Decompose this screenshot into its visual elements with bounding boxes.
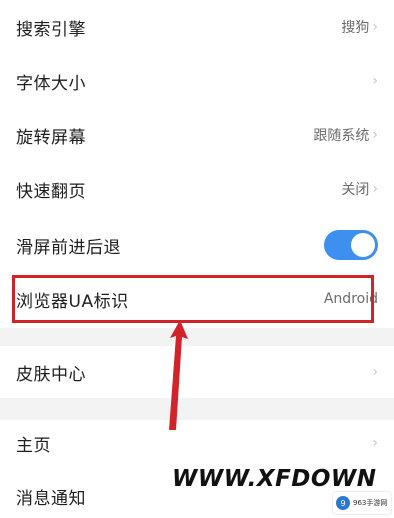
site-logo-icon: 9 [336,496,350,510]
watermark-badge: 9 963手游网 [333,492,391,514]
badge-text: 963手游网 [353,499,388,507]
annotation-arrow-icon [169,320,188,430]
watermark-text: WWW.XFDOWN [172,466,377,492]
